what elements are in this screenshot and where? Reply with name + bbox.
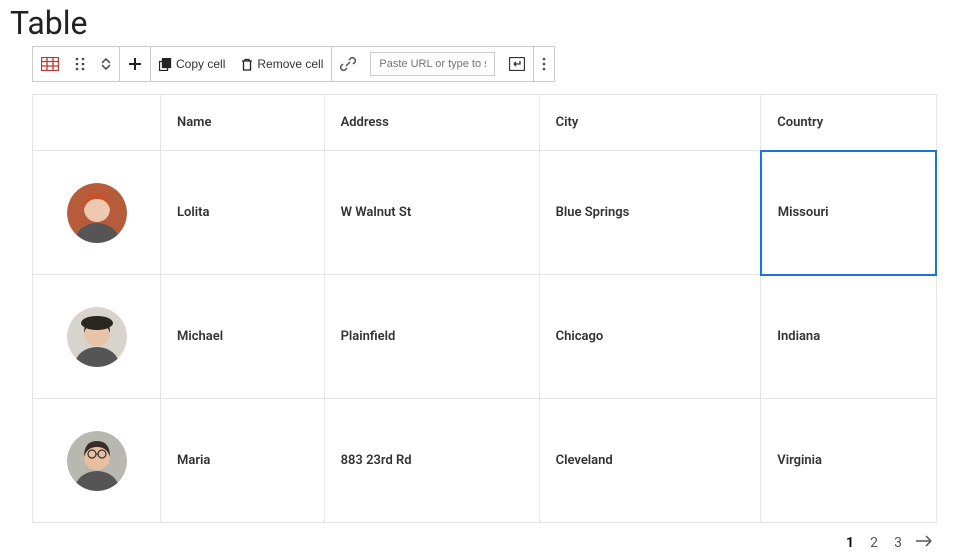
cell-city[interactable]: Chicago bbox=[539, 275, 761, 399]
header-country[interactable]: Country bbox=[761, 95, 936, 151]
move-up-down-button[interactable] bbox=[93, 58, 119, 70]
arrow-right-icon bbox=[915, 535, 933, 547]
copy-cell-label: Copy cell bbox=[176, 57, 225, 71]
data-table: Name Address City Country LolitaW Walnut… bbox=[32, 94, 937, 523]
avatar bbox=[67, 307, 127, 367]
cell-name[interactable]: Maria bbox=[161, 399, 325, 523]
header-city[interactable]: City bbox=[539, 95, 761, 151]
header-address[interactable]: Address bbox=[324, 95, 539, 151]
page-title: Table bbox=[10, 4, 959, 42]
cell-country[interactable]: Virginia bbox=[761, 399, 936, 523]
submit-link-button[interactable] bbox=[501, 47, 533, 81]
editor-toolbar: Copy cell Remove cell bbox=[32, 46, 555, 82]
cell-country[interactable]: Indiana bbox=[761, 275, 936, 399]
cell-city[interactable]: Blue Springs bbox=[539, 151, 761, 275]
cell-country[interactable]: Missouri bbox=[761, 151, 936, 275]
pagination-page[interactable]: 3 bbox=[891, 535, 905, 551]
remove-cell-button[interactable]: Remove cell bbox=[233, 47, 331, 81]
pagination-page[interactable]: 2 bbox=[867, 535, 881, 551]
table-row: Maria883 23rd RdClevelandVirginia bbox=[33, 399, 937, 523]
drag-handle-icon[interactable] bbox=[67, 47, 93, 81]
plus-icon bbox=[128, 57, 142, 71]
cell-avatar[interactable] bbox=[33, 151, 161, 275]
table-grid-icon[interactable] bbox=[33, 47, 67, 81]
add-button[interactable] bbox=[120, 47, 150, 81]
header-name[interactable]: Name bbox=[161, 95, 325, 151]
cell-name[interactable]: Lolita bbox=[161, 151, 325, 275]
copy-icon bbox=[159, 58, 172, 71]
more-options-button[interactable] bbox=[534, 47, 554, 81]
cell-address[interactable]: W Walnut St bbox=[324, 151, 539, 275]
copy-cell-button[interactable]: Copy cell bbox=[151, 47, 233, 81]
pagination-next[interactable] bbox=[915, 535, 933, 551]
table-row: MichaelPlainfieldChicagoIndiana bbox=[33, 275, 937, 399]
header-avatar[interactable] bbox=[33, 95, 161, 151]
vertical-dots-icon bbox=[542, 57, 546, 71]
table-row: LolitaW Walnut StBlue SpringsMissouri bbox=[33, 151, 937, 275]
avatar bbox=[67, 431, 127, 491]
trash-icon bbox=[241, 58, 253, 71]
remove-cell-label: Remove cell bbox=[257, 57, 323, 71]
link-icon bbox=[340, 56, 356, 72]
url-input[interactable] bbox=[370, 52, 495, 76]
cell-address[interactable]: 883 23rd Rd bbox=[324, 399, 539, 523]
link-button[interactable] bbox=[332, 47, 364, 81]
avatar bbox=[67, 183, 127, 243]
pagination: 123 bbox=[10, 535, 933, 551]
cell-name[interactable]: Michael bbox=[161, 275, 325, 399]
cell-city[interactable]: Cleveland bbox=[539, 399, 761, 523]
pagination-page[interactable]: 1 bbox=[843, 535, 857, 551]
cell-avatar[interactable] bbox=[33, 399, 161, 523]
enter-icon bbox=[509, 57, 525, 71]
chevron-down-icon bbox=[101, 64, 111, 70]
cell-address[interactable]: Plainfield bbox=[324, 275, 539, 399]
cell-avatar[interactable] bbox=[33, 275, 161, 399]
